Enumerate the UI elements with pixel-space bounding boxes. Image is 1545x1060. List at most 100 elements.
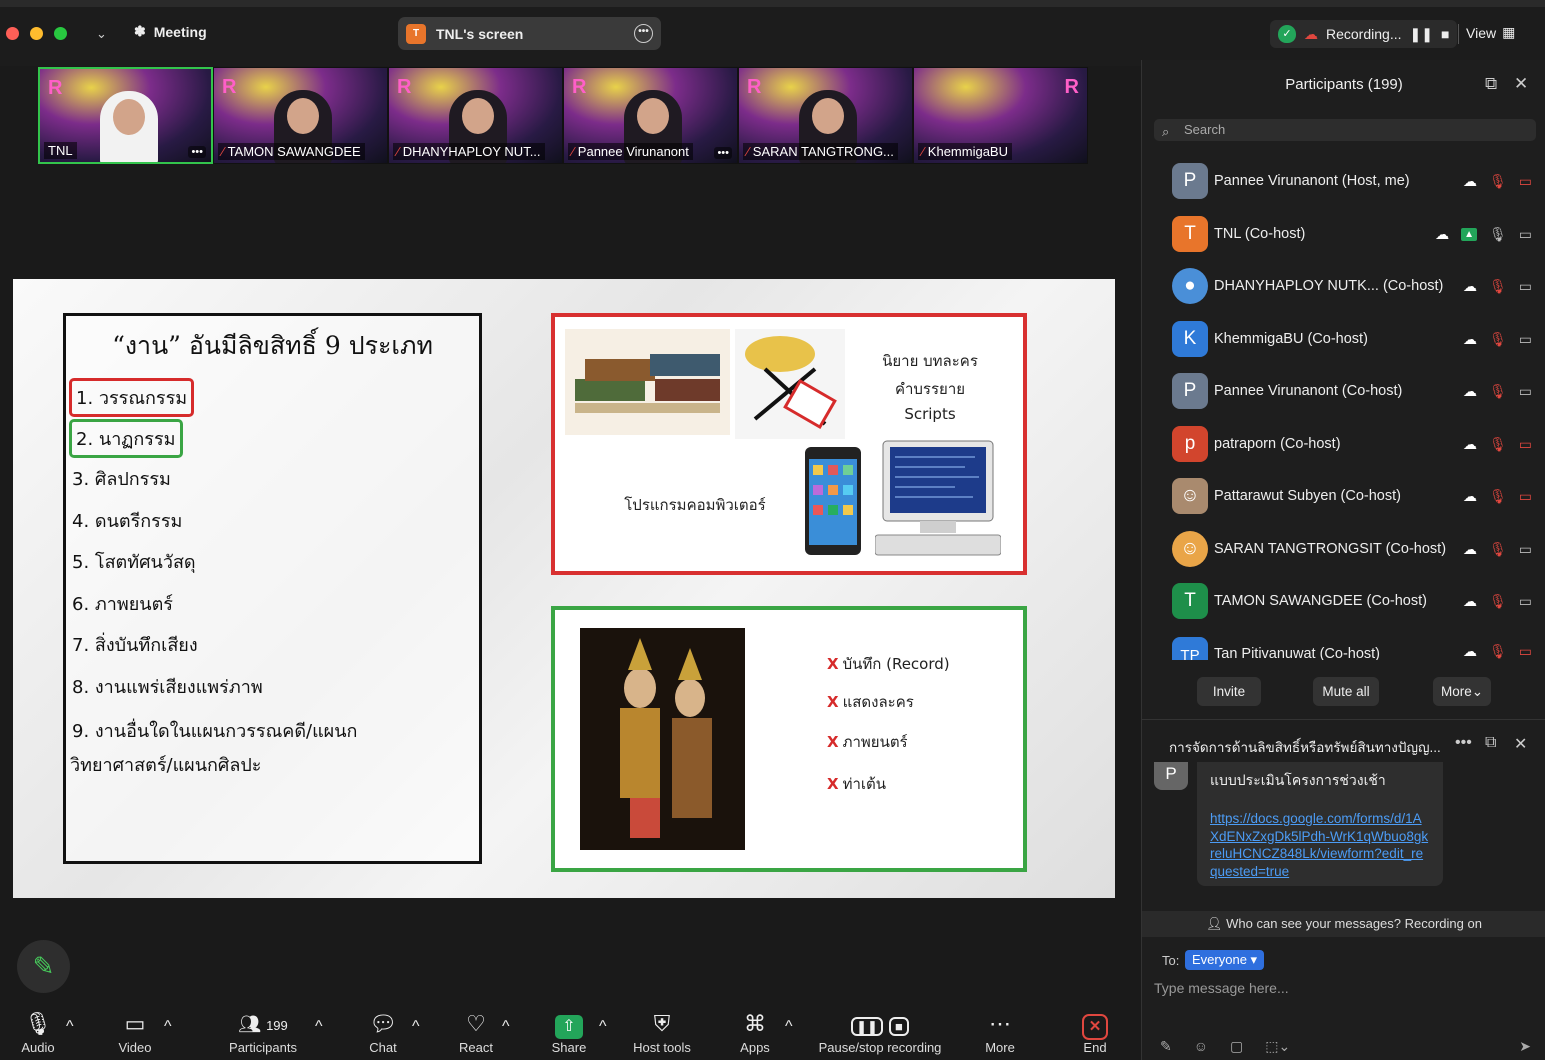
avatar: T <box>1172 216 1208 252</box>
muted-mic-icon[interactable]: 🎙︎ <box>1489 383 1507 400</box>
stop-icon[interactable]: ■ <box>1441 26 1449 42</box>
pause-icon[interactable]: ❚❚ <box>1409 26 1432 43</box>
participant-row[interactable]: p patraporn (Co-host) ☁ 🎙︎ ▭ <box>1172 424 1532 464</box>
muted-mic-icon[interactable]: 🎙︎ <box>1489 643 1507 660</box>
camera-off-icon[interactable]: ▭ <box>1519 436 1532 453</box>
minimize-window-button[interactable] <box>30 27 43 40</box>
muted-mic-icon[interactable]: 🎙︎ <box>1489 593 1507 610</box>
camera-off-icon[interactable]: ▭ <box>1519 643 1532 660</box>
close-window-button[interactable] <box>6 27 19 40</box>
camera-icon[interactable]: ▭ <box>1519 278 1532 295</box>
x-mark-icon: X <box>827 775 839 793</box>
emoji-icon[interactable]: ☺ <box>1194 1038 1208 1055</box>
camera-icon[interactable]: ▭ <box>1519 226 1532 243</box>
video-tile[interactable]: R ⁄ SARAN TANGTRONG... <box>738 67 913 164</box>
file-icon[interactable]: ▢ <box>1230 1038 1243 1055</box>
camera-icon[interactable]: ▭ <box>1519 593 1532 610</box>
react-button[interactable]: ♡ React <box>456 1008 496 1055</box>
more-button[interactable]: ⋯ More <box>980 1008 1020 1055</box>
video-tile[interactable]: R ⁄ Pannee Virunanont ••• <box>563 67 738 164</box>
chat-message: แบบประเมินโครงการช่วงเช้า https://docs.g… <box>1197 762 1443 886</box>
screenshot-icon[interactable]: ⬚⌄ <box>1265 1038 1290 1055</box>
muted-mic-icon[interactable]: 🎙︎ <box>1489 278 1507 295</box>
participant-row[interactable]: ● DHANYHAPLOY NUTK... (Co-host) ☁ 🎙︎ ▭ <box>1172 266 1532 306</box>
participant-row[interactable]: P Pannee Virunanont (Co-host) ☁ 🎙︎ ▭ <box>1172 371 1532 411</box>
recording-indicator[interactable]: ✓ ☁ Recording... ❚❚ ■ <box>1270 20 1458 48</box>
participant-row[interactable]: P Pannee Virunanont (Host, me) ☁ 🎙︎ ▭ <box>1172 161 1532 201</box>
host-tools-button[interactable]: ⛨ Host tools <box>628 1008 696 1055</box>
end-button[interactable]: ✕ End <box>1075 1008 1115 1055</box>
chevron-down-icon[interactable]: ⌄ <box>96 26 107 42</box>
more-label: More <box>1440 684 1472 699</box>
video-tile[interactable]: R ⁄ DHANYHAPLOY NUT... <box>388 67 563 164</box>
muted-mic-icon[interactable]: 🎙︎ <box>1489 541 1507 558</box>
tile-name-text: SARAN TANGTRONG... <box>752 144 894 159</box>
participant-row[interactable]: TP Tan Pitivanuwat (Co-host) ☁ 🎙︎ ▭ <box>1172 634 1532 660</box>
shared-screen-pill[interactable]: T TNL's screen ••• <box>398 17 661 50</box>
search-input[interactable]: ⌕ Search <box>1154 119 1536 141</box>
share-options-caret[interactable]: ^ <box>599 1018 607 1036</box>
format-icon[interactable]: ✎ <box>1160 1038 1172 1055</box>
video-tile[interactable]: R ⁄ KhemmigaBU <box>913 67 1088 164</box>
apps-button[interactable]: ⌘ Apps <box>737 1008 773 1055</box>
participants-options-caret[interactable]: ^ <box>315 1018 323 1036</box>
mute-all-button[interactable]: Mute all <box>1313 677 1379 706</box>
pop-out-icon[interactable]: ⧉ <box>1485 734 1496 752</box>
mic-icon[interactable]: 🎙︎ <box>1489 226 1507 243</box>
more-options-icon[interactable]: ••• <box>634 24 653 43</box>
camera-off-icon[interactable]: ▭ <box>1519 173 1532 190</box>
meeting-menu[interactable]: ✽ Meeting <box>134 23 207 40</box>
camera-off-icon[interactable]: ▭ <box>1519 488 1532 505</box>
chat-button[interactable]: 💬︎ Chat <box>366 1008 400 1055</box>
fullscreen-window-button[interactable] <box>54 27 67 40</box>
more-button[interactable]: More ⌄ <box>1433 677 1491 706</box>
avatar: K <box>1172 321 1208 357</box>
annotate-pencil-button[interactable]: ✎ <box>17 940 70 993</box>
avatar: ● <box>1172 268 1208 304</box>
message-link[interactable]: https://docs.google.com/forms/d/1AXdENxZ… <box>1210 810 1430 880</box>
close-icon[interactable]: ✕ <box>1514 74 1528 94</box>
audio-button[interactable]: 🎙︎ Audio <box>18 1008 58 1055</box>
video-tile[interactable]: R ⁄ TAMON SAWANGDEE <box>213 67 388 164</box>
invite-button[interactable]: Invite <box>1197 677 1261 706</box>
brand-logo-icon: R <box>572 76 587 98</box>
view-label: View <box>1466 24 1497 41</box>
camera-icon[interactable]: ▭ <box>1519 383 1532 400</box>
react-options-caret[interactable]: ^ <box>502 1018 510 1036</box>
participants-button[interactable]: 👥︎ 199 Participants <box>225 1008 301 1055</box>
who-can-see-banner[interactable]: 👤︎ Who can see your messages? Recording … <box>1142 911 1545 937</box>
muted-mic-icon[interactable]: 🎙︎ <box>1489 436 1507 453</box>
participant-face <box>287 98 319 134</box>
video-tile[interactable]: R TNL ••• <box>38 67 213 164</box>
camera-icon[interactable]: ▭ <box>1519 541 1532 558</box>
video-options-caret[interactable]: ^ <box>164 1018 172 1036</box>
recipient-dropdown[interactable]: Everyone ▾ <box>1185 950 1265 970</box>
participant-row[interactable]: ☺ SARAN TANGTRONGSIT (Co-host) ☁ 🎙︎ ▭ <box>1172 529 1532 569</box>
drama-item-text: ท่าเต้น <box>842 775 887 793</box>
participant-row[interactable]: ☺ Pattarawut Subyen (Co-host) ☁ 🎙︎ ▭ <box>1172 476 1532 516</box>
participant-row[interactable]: K KhemmigaBU (Co-host) ☁ 🎙︎ ▭ <box>1172 319 1532 359</box>
participant-row[interactable]: T TAMON SAWANGDEE (Co-host) ☁ 🎙︎ ▭ <box>1172 581 1532 621</box>
shield-icon: ⛨ <box>653 1011 671 1036</box>
participant-row[interactable]: T TNL (Co-host) ☁ ▲ 🎙︎ ▭ <box>1172 214 1532 254</box>
camera-icon[interactable]: ▭ <box>1519 331 1532 348</box>
muted-mic-icon[interactable]: 🎙︎ <box>1489 331 1507 348</box>
send-icon[interactable]: ➤ <box>1519 1038 1531 1055</box>
participant-name: TAMON SAWANGDEE (Co-host) <box>1214 593 1427 609</box>
apps-options-caret[interactable]: ^ <box>785 1018 793 1036</box>
audio-options-caret[interactable]: ^ <box>66 1018 74 1036</box>
chat-message-input[interactable]: Type message here... <box>1154 980 1289 996</box>
muted-mic-icon[interactable]: 🎙︎ <box>1489 173 1507 190</box>
video-button[interactable]: ▭ Video <box>114 1008 156 1055</box>
pop-out-icon[interactable]: ⧉ <box>1485 74 1497 94</box>
more-options-icon[interactable]: ••• <box>1455 734 1472 752</box>
muted-mic-icon[interactable]: 🎙︎ <box>1489 488 1507 505</box>
share-button[interactable]: ⇧ Share <box>549 1008 589 1055</box>
close-icon[interactable]: ✕ <box>1514 734 1527 754</box>
more-options-icon[interactable]: ••• <box>188 146 206 158</box>
chat-options-caret[interactable]: ^ <box>412 1018 420 1036</box>
pause-stop-recording-button[interactable]: ❚❚ ■ Pause/stop recording <box>812 1008 948 1055</box>
view-button[interactable]: View ▦ <box>1466 24 1515 41</box>
more-options-icon[interactable]: ••• <box>714 147 732 159</box>
thai-dancers-image <box>580 628 745 850</box>
